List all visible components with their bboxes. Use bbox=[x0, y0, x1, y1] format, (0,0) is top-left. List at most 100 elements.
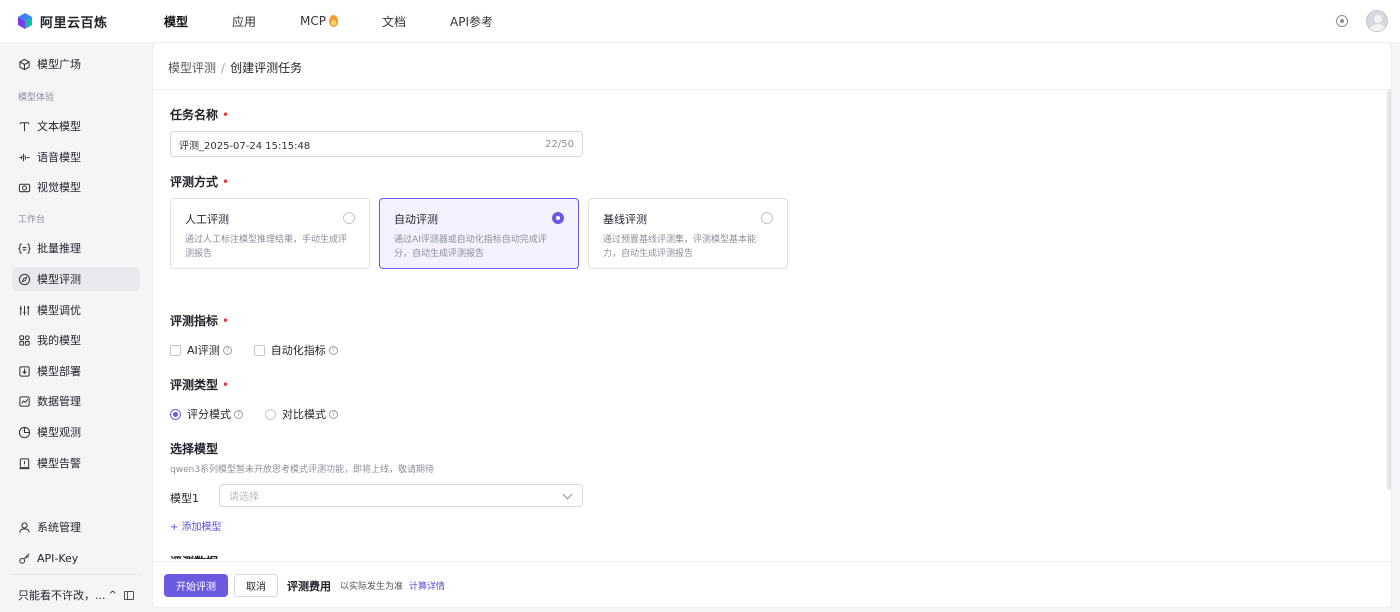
key-icon bbox=[18, 552, 31, 565]
main-panel: 模型评测 / 创建评测任务 任务名称 • 评测_2025-07-24 15:15:… bbox=[152, 42, 1392, 608]
method-card-manual[interactable]: 人工评测 通过人工标注模型推理结果，手动生成评测报告 bbox=[170, 198, 370, 269]
select-model-label: 选择模型 bbox=[170, 442, 219, 456]
waveform-icon bbox=[18, 151, 31, 164]
add-model-link[interactable]: + 添加模型 bbox=[170, 518, 222, 533]
required-mark: • bbox=[222, 314, 230, 328]
topnav-api-label: API参考 bbox=[450, 14, 494, 29]
task-name-label-text: 任务名称 bbox=[170, 108, 219, 122]
sidebar-item-voice-model[interactable]: 语音模型 bbox=[12, 145, 140, 169]
eval-metrics-label: 评测指标 • bbox=[170, 312, 229, 329]
settings-gear-icon[interactable] bbox=[1336, 15, 1348, 27]
sliders-icon bbox=[18, 304, 31, 317]
model1-select[interactable]: 请选择 bbox=[219, 484, 583, 507]
collapse-sidebar-icon[interactable] bbox=[124, 590, 134, 600]
method-card-auto[interactable]: 自动评测 通过AI评测器或自动化指标自动完成评分，自动生成评测报告 bbox=[379, 198, 579, 269]
sidebar-item-model-alert[interactable]: 模型告警 bbox=[12, 451, 140, 475]
start-eval-button[interactable]: 开始评测 bbox=[164, 574, 228, 597]
method-radio[interactable] bbox=[552, 212, 564, 224]
sidebar-item-vision-model[interactable]: 视觉模型 bbox=[12, 175, 140, 199]
sidebar-item-text-model[interactable]: 文本模型 bbox=[12, 114, 140, 138]
eval-type-option-label: 对比模式 bbox=[282, 408, 326, 421]
checkbox[interactable] bbox=[170, 344, 181, 356]
metric-auto-checkbox[interactable]: 自动化指标? bbox=[253, 342, 338, 358]
sidebar-item-my-models[interactable]: 我的模型 bbox=[12, 328, 140, 352]
top-bar: 阿里云百炼 模型 应用 MCP 文档 API参考 bbox=[0, 0, 1400, 42]
model1-label: 模型1 bbox=[170, 492, 199, 505]
sidebar-item-model-tuning[interactable]: 模型调优 bbox=[12, 298, 140, 322]
fee-detail-link[interactable]: 计算详情 bbox=[409, 579, 445, 592]
sidebar-item-data-management[interactable]: 数据管理 bbox=[12, 389, 140, 413]
fee-title: 评测费用 bbox=[287, 579, 331, 593]
avatar[interactable] bbox=[1366, 10, 1388, 32]
radio[interactable] bbox=[265, 408, 276, 420]
top-nav: 模型 应用 MCP 文档 API参考 bbox=[164, 13, 537, 30]
required-mark: • bbox=[222, 378, 230, 392]
help-icon[interactable]: ? bbox=[234, 409, 243, 419]
scrollbar[interactable] bbox=[1387, 90, 1391, 490]
sidebar-item-label: 模型广场 bbox=[37, 58, 81, 71]
cancel-button[interactable]: 取消 bbox=[234, 574, 278, 597]
sidebar-item-label: 模型部署 bbox=[37, 365, 81, 378]
help-icon[interactable]: ? bbox=[328, 345, 338, 355]
sidebar-item-label: 数据管理 bbox=[37, 395, 81, 408]
metrics-options: AI评测? 自动化指标? bbox=[170, 342, 360, 358]
task-name-input[interactable]: 评测_2025-07-24 15:15:48 22/50 bbox=[170, 131, 583, 157]
footer-actions: 开始评测 取消 评测费用 以实际发生为准 计算详情 bbox=[153, 561, 1391, 607]
user-icon bbox=[18, 521, 31, 534]
sidebar-item-batch-inference[interactable]: 批量推理 bbox=[12, 236, 140, 260]
eval-data-label: 评测数据 bbox=[170, 553, 218, 559]
topnav-docs[interactable]: 文档 bbox=[382, 13, 406, 30]
sidebar: 模型广场 模型体验 文本模型 语音模型 视觉模型 工作台 批量推理 模型评测 模… bbox=[0, 42, 152, 612]
fire-icon bbox=[329, 15, 338, 27]
sidebar-item-model-observe[interactable]: 模型观测 bbox=[12, 420, 140, 444]
task-name-value: 评测_2025-07-24 15:15:48 bbox=[179, 140, 311, 152]
required-mark: • bbox=[222, 108, 230, 122]
logo[interactable]: 阿里云百炼 bbox=[0, 12, 152, 31]
method-card-desc: 通过预置基线评测集，评测模型基本能力，自动生成评测报告 bbox=[603, 235, 757, 259]
method-card-title: 基线评测 bbox=[603, 213, 647, 226]
logo-text: 阿里云百炼 bbox=[40, 15, 108, 31]
help-icon[interactable]: ? bbox=[329, 409, 338, 419]
sidebar-item-model-eval[interactable]: 模型评测 bbox=[12, 267, 140, 291]
sidebar-item-label: 批量推理 bbox=[37, 242, 81, 255]
sidebar-group-experience: 模型体验 bbox=[18, 93, 55, 103]
topnav-mcp[interactable]: MCP bbox=[300, 14, 338, 28]
required-mark: • bbox=[222, 175, 230, 189]
sidebar-item-label: 模型告警 bbox=[37, 457, 81, 470]
sidebar-item-model-deploy[interactable]: 模型部署 bbox=[12, 359, 140, 383]
checkbox[interactable] bbox=[253, 344, 265, 356]
metric-label: AI评测 bbox=[187, 344, 220, 357]
sidebar-item-api-key[interactable]: API-Key bbox=[12, 546, 140, 570]
sidebar-item-label: 文本模型 bbox=[37, 120, 81, 133]
breadcrumb-parent[interactable]: 模型评测 bbox=[168, 59, 216, 76]
topnav-api[interactable]: API参考 bbox=[450, 13, 493, 30]
method-radio[interactable] bbox=[343, 212, 355, 224]
text-icon bbox=[18, 120, 31, 133]
brackets-icon bbox=[18, 242, 31, 255]
method-radio[interactable] bbox=[761, 212, 773, 224]
fee-note: 以实际发生为准 bbox=[340, 582, 404, 592]
topnav-apps[interactable]: 应用 bbox=[232, 13, 256, 30]
method-card-desc: 通过人工标注模型推理结果，手动生成评测报告 bbox=[185, 235, 348, 259]
method-card-title: 自动评测 bbox=[394, 213, 438, 226]
workspace-switcher[interactable]: 只能看不许改，... ^ bbox=[18, 587, 138, 603]
eval-method-label: 评测方式 • bbox=[170, 173, 229, 190]
top-right-actions bbox=[1336, 0, 1388, 42]
topnav-models-label: 模型 bbox=[164, 14, 189, 29]
metric-ai-eval-checkbox[interactable]: AI评测? bbox=[170, 342, 232, 358]
compass-icon bbox=[18, 273, 31, 286]
sidebar-item-model-square[interactable]: 模型广场 bbox=[12, 52, 140, 76]
topnav-apps-label: 应用 bbox=[232, 14, 257, 29]
method-card-baseline[interactable]: 基线评测 通过预置基线评测集，评测模型基本能力，自动生成评测报告 bbox=[588, 198, 788, 269]
help-icon[interactable]: ? bbox=[222, 345, 232, 355]
sidebar-item-label: 我的模型 bbox=[37, 334, 81, 347]
radio[interactable] bbox=[170, 408, 181, 420]
task-name-char-count: 22/50 bbox=[545, 138, 574, 150]
eval-type-compare-radio[interactable]: 对比模式? bbox=[265, 406, 338, 422]
eval-type-score-radio[interactable]: 评分模式? bbox=[170, 406, 243, 422]
sidebar-group-workbench: 工作台 bbox=[18, 215, 46, 225]
breadcrumb-current: 创建评测任务 bbox=[230, 61, 303, 75]
topnav-models[interactable]: 模型 bbox=[164, 13, 188, 30]
sidebar-divider bbox=[12, 574, 142, 575]
sidebar-item-system-management[interactable]: 系统管理 bbox=[12, 515, 140, 539]
